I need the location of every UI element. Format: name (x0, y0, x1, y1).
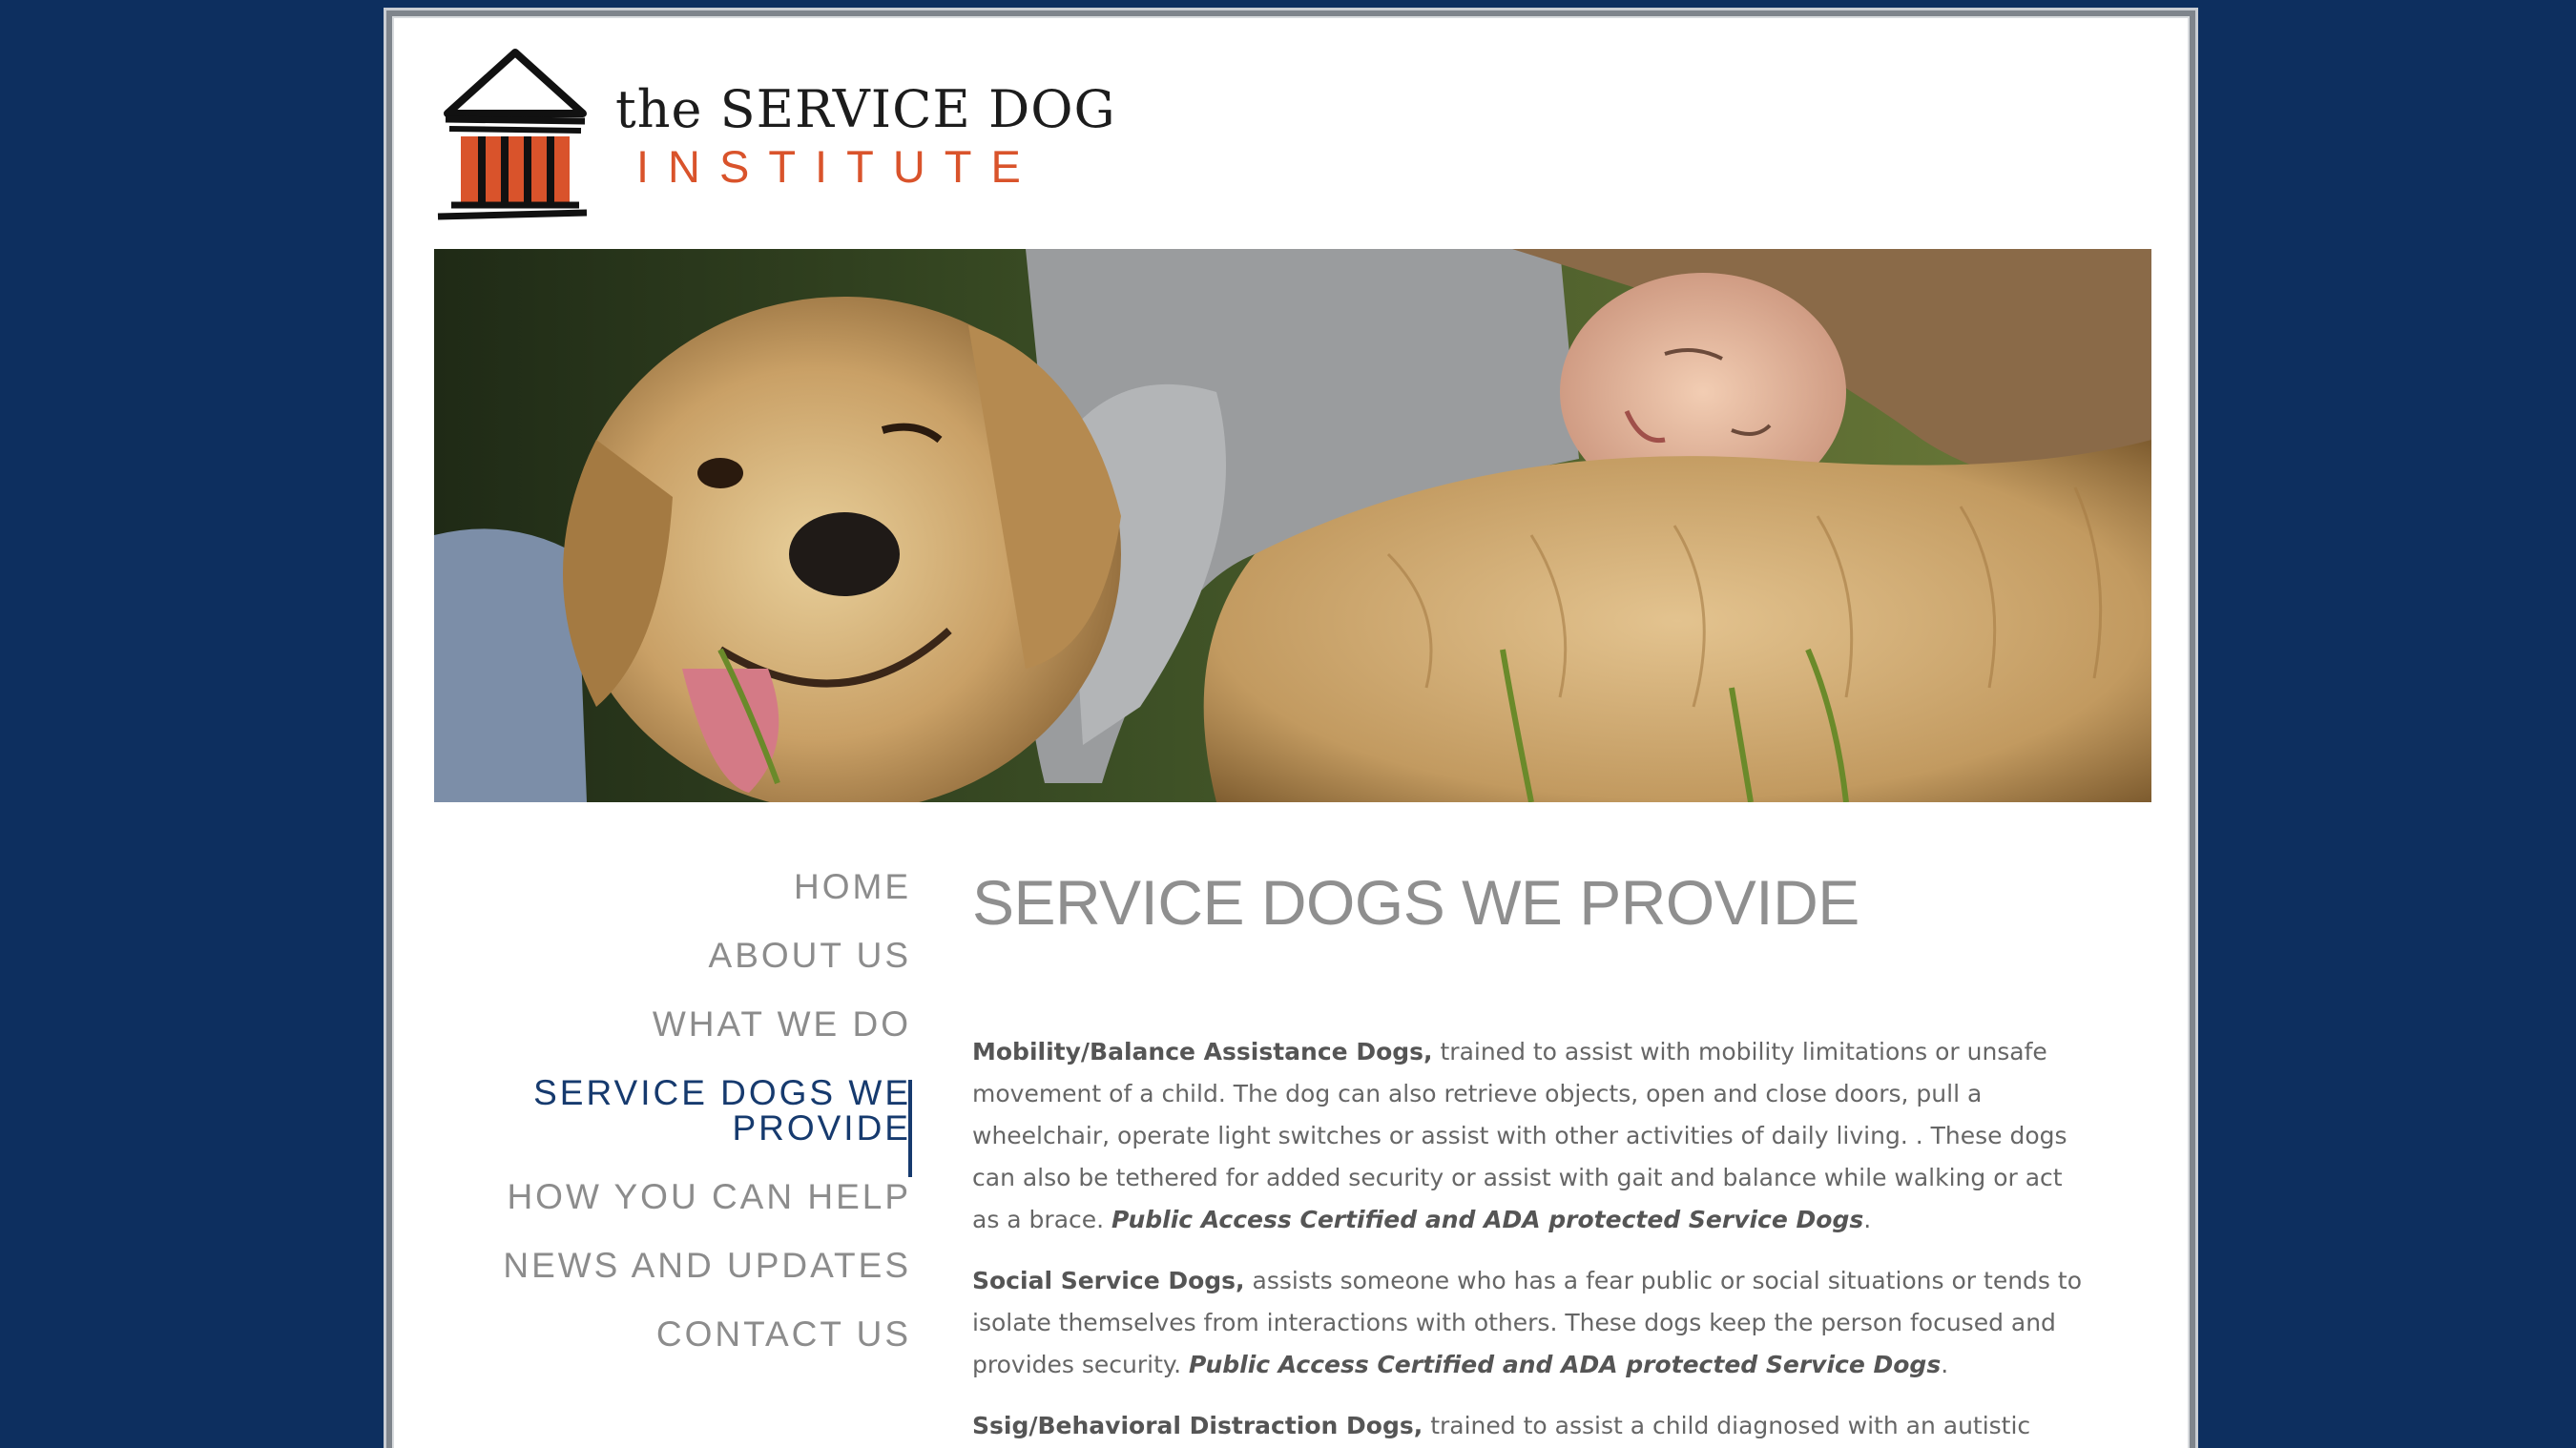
paragraph-tail: . (1941, 1351, 1949, 1378)
paragraph-mobility: Mobility/Balance Assistance Dogs, traine… (972, 1031, 2088, 1241)
site-logo[interactable]: the SERVICE DOG INSTITUTE (434, 45, 1115, 226)
nav-item-how-you-can-help[interactable]: HOW YOU CAN HELP (434, 1179, 911, 1214)
paragraph-social: Social Service Dogs, assists someone who… (972, 1260, 2088, 1386)
paragraph-tail: . (1863, 1206, 1872, 1233)
logo-subtitle: INSTITUTE (636, 141, 1040, 192)
nav-item-about-us[interactable]: ABOUT US (434, 938, 911, 973)
paragraph-certification: Public Access Certified and ADA protecte… (1189, 1351, 1942, 1378)
temple-logo-icon (437, 49, 588, 220)
page-frame: the SERVICE DOG INSTITUTE HOME ABOUT US … (384, 8, 2198, 1448)
nav-item-news-and-updates[interactable]: NEWS AND UPDATES (434, 1248, 911, 1283)
page-title: SERVICE DOGS WE PROVIDE (972, 867, 1859, 938)
paragraph-heading: Mobility/Balance Assistance Dogs, (972, 1038, 1433, 1065)
paragraph-behavioral: Ssig/Behavioral Distraction Dogs, traine… (972, 1405, 2088, 1448)
hero-image (434, 249, 2151, 802)
paragraph-certification: Public Access Certified and ADA protecte… (1111, 1206, 1864, 1233)
main-nav: HOME ABOUT US WHAT WE DO SERVICE DOGS WE… (434, 869, 911, 1385)
nav-item-service-dogs-we-provide[interactable]: SERVICE DOGS WE PROVIDE (434, 1075, 911, 1146)
nav-item-home[interactable]: HOME (434, 869, 911, 904)
nav-item-contact-us[interactable]: CONTACT US (434, 1316, 911, 1352)
paragraph-heading: Ssig/Behavioral Distraction Dogs, (972, 1412, 1423, 1439)
nav-item-what-we-do[interactable]: WHAT WE DO (434, 1006, 911, 1042)
main-content: SERVICE DOGS WE PROVIDE Mobility/Balance… (972, 869, 2088, 1448)
nav-active-indicator (908, 1080, 912, 1177)
logo-title: the SERVICE DOG (615, 79, 1116, 139)
paragraph-body: trained to assist with mobility limitati… (972, 1038, 2067, 1233)
paragraph-heading: Social Service Dogs, (972, 1267, 1245, 1294)
